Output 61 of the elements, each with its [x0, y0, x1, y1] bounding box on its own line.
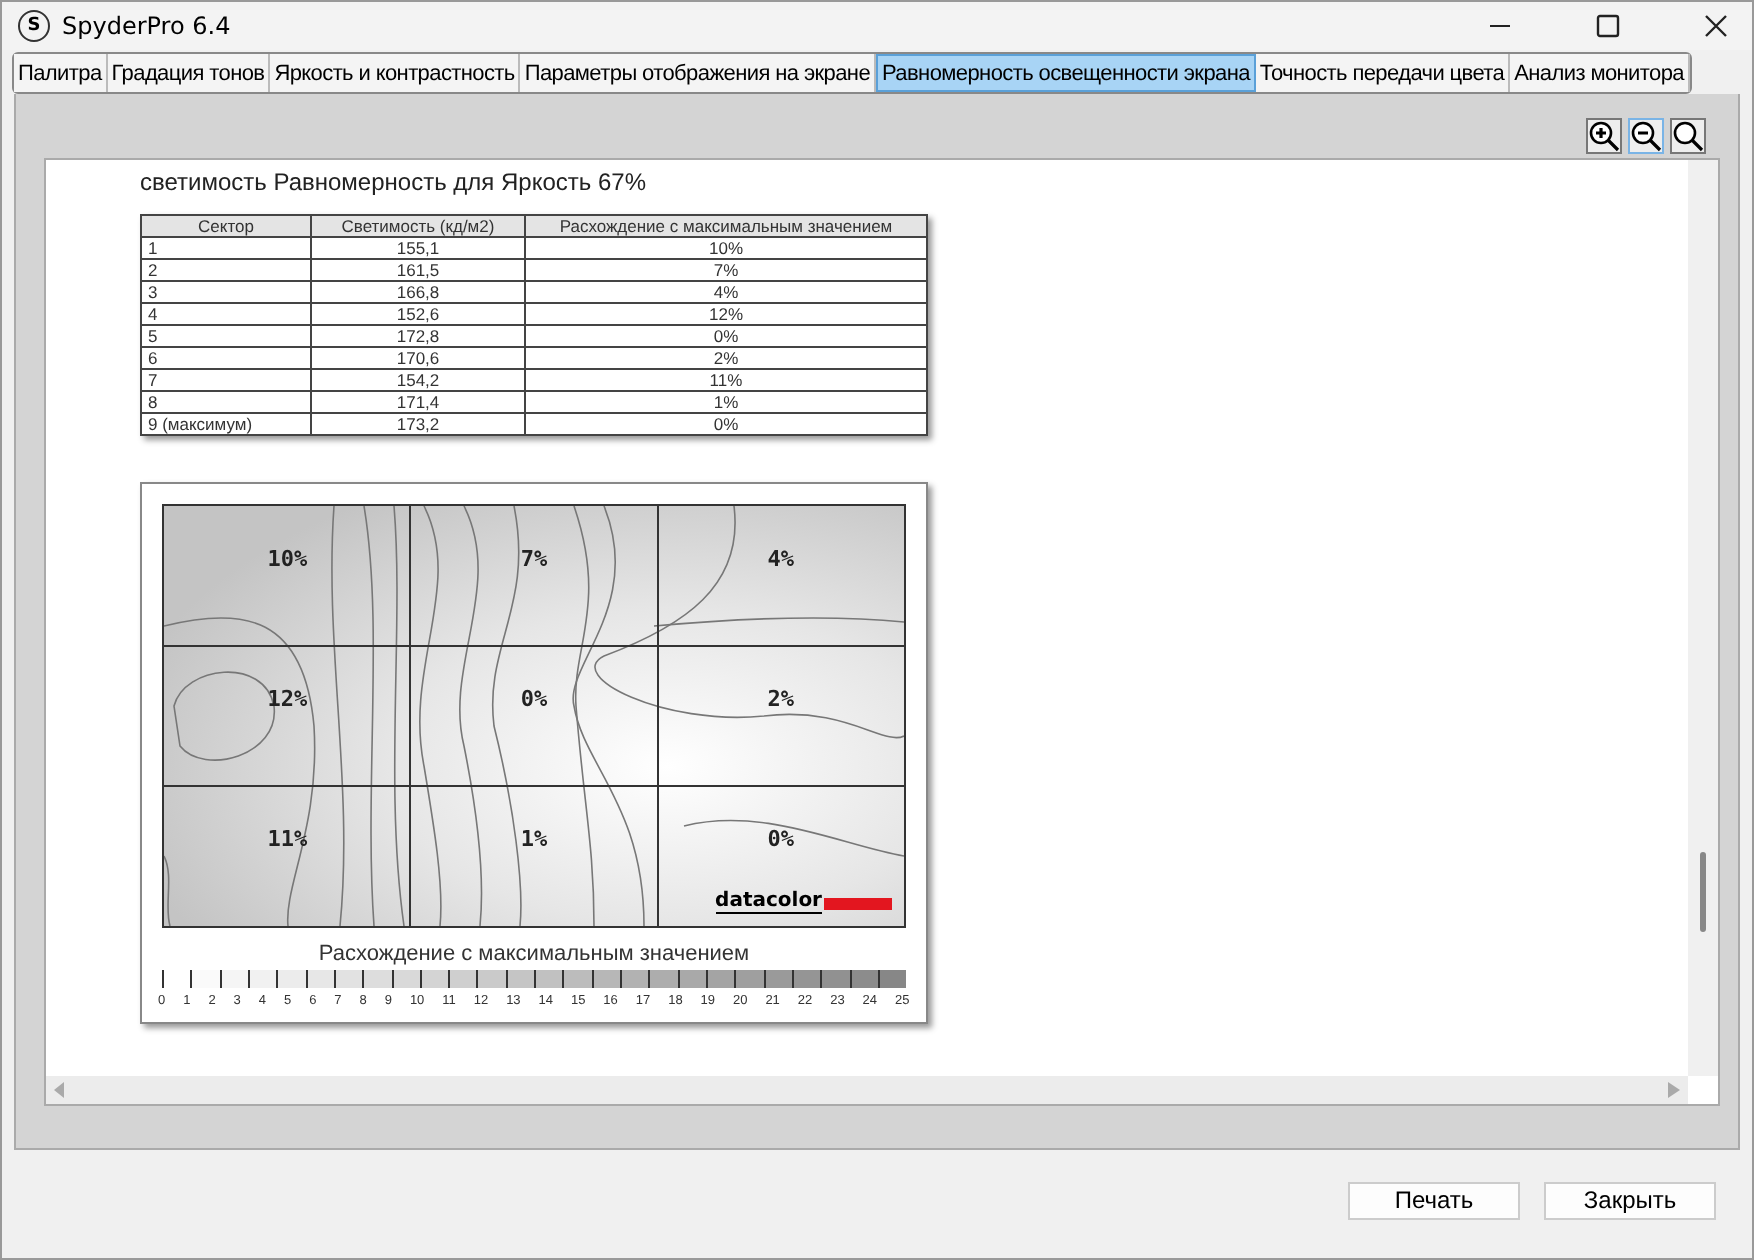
maximize-icon[interactable]: [1596, 14, 1620, 38]
window-title: SpyderPro 6.4: [62, 12, 231, 40]
table-cell: 11%: [525, 369, 927, 391]
report-heading: светимость Равномерность для Яркость 67%: [140, 168, 646, 196]
table-cell: 7%: [525, 259, 927, 281]
tab[interactable]: Равномерность освещенности экрана: [876, 54, 1256, 92]
zoom-out-button[interactable]: [1628, 118, 1664, 154]
zoom-reset-button[interactable]: [1670, 118, 1706, 154]
table-cell: 2%: [525, 347, 927, 369]
table-cell: 5: [141, 325, 311, 347]
scrollbar-corner: [1688, 1076, 1718, 1104]
table-cell: 10%: [525, 237, 927, 259]
sector-value: 10%: [267, 546, 308, 576]
tab[interactable]: Точность передачи цвета: [1255, 54, 1511, 92]
table-cell: 171,4: [311, 391, 525, 413]
table-cell: 166,8: [311, 281, 525, 303]
close-button[interactable]: Закрыть: [1544, 1181, 1716, 1219]
vertical-scrollbar[interactable]: [1688, 160, 1718, 1076]
table-cell: 3: [141, 281, 311, 303]
column-header: Сектор: [141, 215, 311, 237]
table-cell: 170,6: [311, 347, 525, 369]
table-cell: 1%: [525, 391, 927, 413]
table-cell: 8: [141, 391, 311, 413]
table-cell: 6: [141, 347, 311, 369]
logo-bar-icon: [824, 898, 892, 910]
column-header: Расхождение с максимальным значением: [525, 215, 927, 237]
sector-value: 2%: [767, 686, 794, 716]
tab[interactable]: Градация тонов: [107, 54, 271, 92]
close-icon[interactable]: [1704, 14, 1728, 38]
scroll-thumb[interactable]: [1700, 852, 1706, 932]
table-cell: 0%: [525, 413, 927, 435]
tab[interactable]: Анализ монитора: [1510, 54, 1690, 92]
table-cell: 2: [141, 259, 311, 281]
sector-value: 11%: [267, 826, 308, 856]
zoom-in-button[interactable]: [1586, 118, 1622, 154]
print-button[interactable]: Печать: [1348, 1181, 1520, 1219]
table-cell: 161,5: [311, 259, 525, 281]
table-cell: 7: [141, 369, 311, 391]
app-logo-icon: S: [18, 10, 50, 42]
table-cell: 4: [141, 303, 311, 325]
table-cell: 173,2: [311, 413, 525, 435]
brand-logo: datacolor: [715, 890, 822, 914]
table-cell: 9 (максимум): [141, 413, 311, 435]
table-cell: 172,8: [311, 325, 525, 347]
table-cell: 155,1: [311, 237, 525, 259]
sector-value: 1%: [520, 826, 548, 856]
table-cell: 154,2: [311, 369, 525, 391]
tab[interactable]: Параметры отображения на экране: [520, 54, 877, 92]
table-cell: 4%: [525, 281, 927, 303]
legend-title: Расхождение с максимальным значением: [318, 942, 750, 966]
sector-value: 7%: [520, 546, 548, 576]
sector-value: 0%: [520, 686, 548, 716]
sector-value: 12%: [267, 686, 308, 716]
tab[interactable]: Яркость и контрастность: [270, 54, 521, 92]
table-cell: 152,6: [311, 303, 525, 325]
table-cell: 1: [141, 237, 311, 259]
sector-value: 4%: [767, 546, 794, 576]
table-cell: 0%: [525, 325, 927, 347]
column-header: Светимость (кд/м2): [311, 215, 525, 237]
tab[interactable]: Палитра: [14, 54, 108, 92]
table-cell: 12%: [525, 303, 927, 325]
